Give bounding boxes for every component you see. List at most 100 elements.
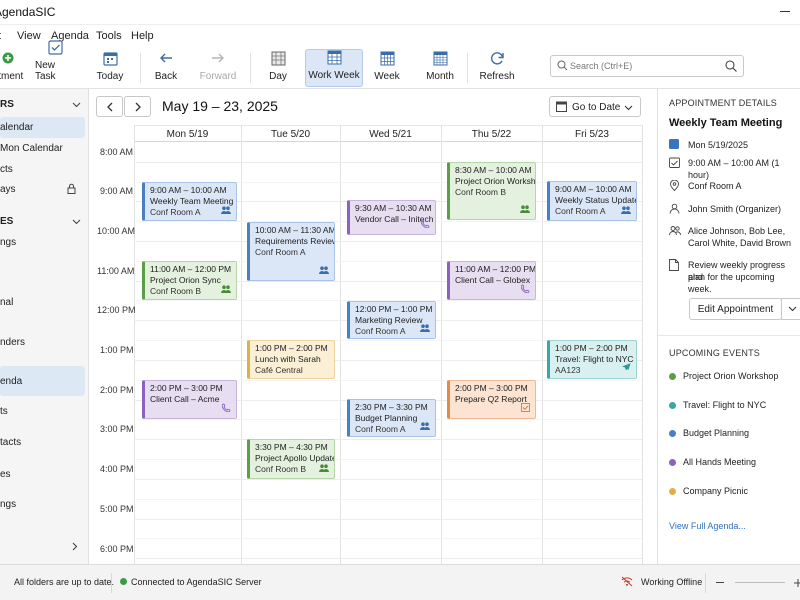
color-dot <box>669 488 676 495</box>
calendar-grid: Mon 5/19 Tue 5/20 Wed 5/21 Thu 5/22 Fri … <box>89 125 657 564</box>
menu-edit[interactable]: t <box>0 30 1 42</box>
chevron-down-icon[interactable] <box>72 216 81 228</box>
sidebar-section-header[interactable]: RS <box>0 99 14 110</box>
day-header[interactable]: Tue 5/20 <box>241 129 340 140</box>
person-icon <box>669 203 680 217</box>
refresh-button[interactable]: Refresh <box>479 49 515 87</box>
sidebar-item-settings[interactable]: ngs <box>0 499 16 510</box>
time-label: 3:00 PM <box>100 424 134 434</box>
forward-label: Forward <box>199 71 237 82</box>
toolbar-divider <box>140 53 141 83</box>
details-heading: APPOINTMENT DETAILS <box>669 98 777 108</box>
event-marketing-review[interactable]: 12:00 PM – 1:00 PM Marketing Review Conf… <box>347 301 436 339</box>
sidebar: RS alendar Mon Calendar cts ays ES ngs n… <box>0 89 89 564</box>
event-time: 9:30 AM – 10:30 AM <box>355 203 432 213</box>
event-requirements-review[interactable]: 10:00 AM – 11:30 AM Requirements Review … <box>247 222 335 281</box>
panel-divider <box>658 335 800 336</box>
sidebar-item-team-calendar[interactable]: Mon Calendar <box>0 143 63 154</box>
zoom-in-icon[interactable] <box>794 578 800 590</box>
people-icon <box>420 421 430 433</box>
new-appointment-button[interactable]: ntment <box>0 49 28 87</box>
event-travel-flight-nyc[interactable]: 1:00 PM – 2:00 PM Travel: Flight to NYC … <box>547 340 637 379</box>
view-full-agenda-link[interactable]: View Full Agenda... <box>669 521 746 531</box>
menu-help[interactable]: Help <box>131 30 154 42</box>
arrow-right-icon <box>210 50 226 66</box>
connected-status-dot <box>120 578 127 585</box>
menu-tools[interactable]: Tools <box>96 30 122 42</box>
status-divider <box>111 573 112 593</box>
time-label: 2:00 PM <box>100 385 134 395</box>
hour-line <box>134 162 642 163</box>
event-project-orion-workshop[interactable]: 8:30 AM – 10:00 AM Project Orion Worksho… <box>447 162 536 220</box>
sidebar-item-reminders[interactable]: nders <box>0 337 25 348</box>
day-view-button[interactable]: Day <box>262 49 294 87</box>
title-bar: AgendaSIC <box>0 0 800 25</box>
event-weekly-team-meeting[interactable]: 9:00 AM – 10:00 AM Weekly Team Meeting C… <box>142 182 237 221</box>
search-input[interactable]: Search (Ctrl+E) <box>550 55 744 77</box>
edit-appointment-button[interactable]: Edit Appointment <box>689 298 782 320</box>
search-submit-icon[interactable] <box>725 60 737 75</box>
event-client-call-globex[interactable]: 11:00 AM – 12:00 PM Client Call – Globex <box>447 261 536 300</box>
toolbar-divider <box>250 53 251 83</box>
forward-button[interactable]: Forward <box>200 49 236 87</box>
sidebar-item-holidays[interactable]: ays <box>0 184 16 195</box>
chevron-down-icon[interactable] <box>72 99 81 111</box>
offline-status[interactable]: Working Offline <box>641 577 702 587</box>
toolbar: ntment New Task Today Back Forward Day W… <box>0 40 800 89</box>
edit-options-dropdown[interactable] <box>781 298 800 320</box>
sidebar-item-calendar[interactable]: alendar <box>0 122 33 133</box>
time-label: 12:00 PM <box>97 305 136 315</box>
event-time: 2:30 PM – 3:30 PM <box>355 402 428 412</box>
event-location: Conf Room A <box>255 247 306 257</box>
zoom-slider[interactable] <box>735 582 785 583</box>
go-to-date-dropdown[interactable]: Go to Date <box>549 96 641 117</box>
date-range-title: May 19 – 23, 2025 <box>162 98 278 114</box>
sidebar-item-meetings[interactable]: ngs <box>0 237 16 248</box>
day-header[interactable]: Mon 5/19 <box>134 129 241 140</box>
back-label: Back <box>154 71 178 82</box>
menu-view[interactable]: View <box>17 30 41 42</box>
chevron-right-icon[interactable] <box>72 542 78 554</box>
back-button[interactable]: Back <box>152 49 180 87</box>
sidebar-item-contacts[interactable]: cts <box>0 164 13 175</box>
previous-week-button[interactable] <box>96 96 123 117</box>
time-label: 6:00 PM <box>100 544 134 554</box>
day-header[interactable]: Wed 5/21 <box>340 129 441 140</box>
lock-icon <box>67 183 76 197</box>
sidebar-item-personal[interactable]: nal <box>0 297 13 308</box>
sidebar-item-notes[interactable]: es <box>0 469 11 480</box>
zoom-out-icon[interactable] <box>716 582 724 583</box>
event-project-orion-sync[interactable]: 11:00 AM – 12:00 PM Project Orion Sync C… <box>142 261 237 300</box>
event-lunch-with-sarah[interactable]: 1:00 PM – 2:00 PM Lunch with Sarah Café … <box>247 340 335 379</box>
hour-line <box>134 439 642 440</box>
hour-line <box>134 558 642 559</box>
work-week-view-icon <box>326 50 342 65</box>
sidebar-section-header[interactable]: ES <box>0 216 13 227</box>
event-time: 11:00 AM – 12:00 PM <box>455 264 536 274</box>
sidebar-item-contacts-2[interactable]: tacts <box>0 437 21 448</box>
sidebar-item-agenda[interactable]: enda <box>0 376 22 387</box>
next-week-button[interactable] <box>124 96 151 117</box>
upcoming-item-label: All Hands Meeting <box>683 457 757 467</box>
new-task-button[interactable]: New Task <box>35 40 75 87</box>
event-project-apollo-update[interactable]: 3:30 PM – 4:30 PM Project Apollo Update … <box>247 439 335 479</box>
event-location: Café Central <box>255 365 303 375</box>
hour-line <box>134 479 642 480</box>
today-button[interactable]: Today <box>93 49 127 87</box>
event-budget-planning[interactable]: 2:30 PM – 3:30 PM Budget Planning Conf R… <box>347 399 436 437</box>
sidebar-item-tasks[interactable]: ts <box>0 406 8 417</box>
event-client-call-acme[interactable]: 2:00 PM – 3:00 PM Client Call – Acme <box>142 380 237 419</box>
calendar-today-icon <box>102 50 118 66</box>
chevron-down-icon <box>624 102 633 114</box>
event-weekly-status-update[interactable]: 9:00 AM – 10:00 AM Weekly Status Update … <box>547 181 637 221</box>
week-view-button[interactable]: Week <box>370 49 404 87</box>
minimize-icon[interactable] <box>780 11 790 12</box>
day-header[interactable]: Thu 5/22 <box>441 129 542 140</box>
event-prepare-q2-report[interactable]: 2:00 PM – 3:00 PM Prepare Q2 Report <box>447 380 536 419</box>
work-week-view-button[interactable]: Work Week <box>305 49 363 87</box>
event-vendor-call-initech[interactable]: 9:30 AM – 10:30 AM Vendor Call – Initech <box>347 200 436 235</box>
event-time: 12:00 PM – 1:00 PM <box>355 304 433 314</box>
day-header[interactable]: Fri 5/23 <box>542 129 642 140</box>
month-view-button[interactable]: Month <box>422 49 458 87</box>
month-view-icon <box>432 50 448 66</box>
